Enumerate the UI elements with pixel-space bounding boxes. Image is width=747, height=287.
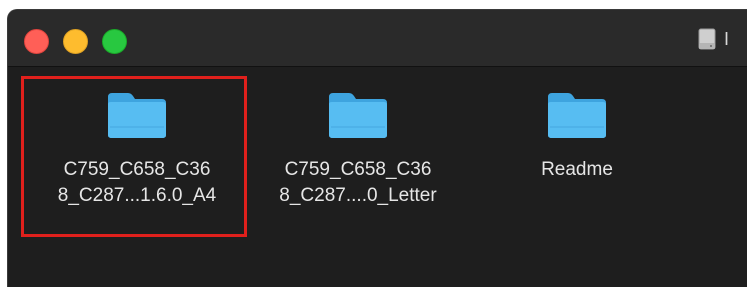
folder-label-line1: C759_C658_C36: [63, 159, 211, 180]
folder-icon: [329, 93, 387, 138]
close-window-button[interactable]: [24, 29, 49, 54]
folder-label-line1: C759_C658_C36: [284, 159, 432, 180]
folder-label: Readme: [477, 157, 677, 183]
folder-label: C759_C658_C36 8_C287...1.6.0_A4: [37, 157, 237, 209]
folder-label-line2: 8_C287...1.6.0_A4: [57, 185, 217, 206]
file-grid: C759_C658_C36 8_C287...1.6.0_A4 C759_C65…: [8, 67, 747, 287]
window-title: I: [724, 28, 730, 49]
title-bar: I: [8, 10, 747, 67]
finder-window: I C759_C658_C36 8_C287...1.6.0_A4 C759_C…: [7, 9, 747, 287]
minimize-window-button[interactable]: [63, 29, 88, 54]
window-title-area: I: [698, 26, 729, 52]
zoom-window-button[interactable]: [102, 29, 127, 54]
folder-label-line2: 8_C287....0_Letter: [279, 185, 437, 206]
folder-item-a4[interactable]: C759_C658_C36 8_C287...1.6.0_A4: [27, 89, 247, 209]
folder-icon: [108, 93, 166, 138]
folder-item-letter[interactable]: C759_C658_C36 8_C287....0_Letter: [248, 89, 468, 209]
folder-icon: [548, 93, 606, 138]
disk-icon: [698, 28, 716, 50]
folder-item-readme[interactable]: Readme: [467, 89, 687, 183]
folder-label: C759_C658_C36 8_C287....0_Letter: [258, 157, 458, 209]
folder-label-line1: Readme: [541, 159, 613, 180]
